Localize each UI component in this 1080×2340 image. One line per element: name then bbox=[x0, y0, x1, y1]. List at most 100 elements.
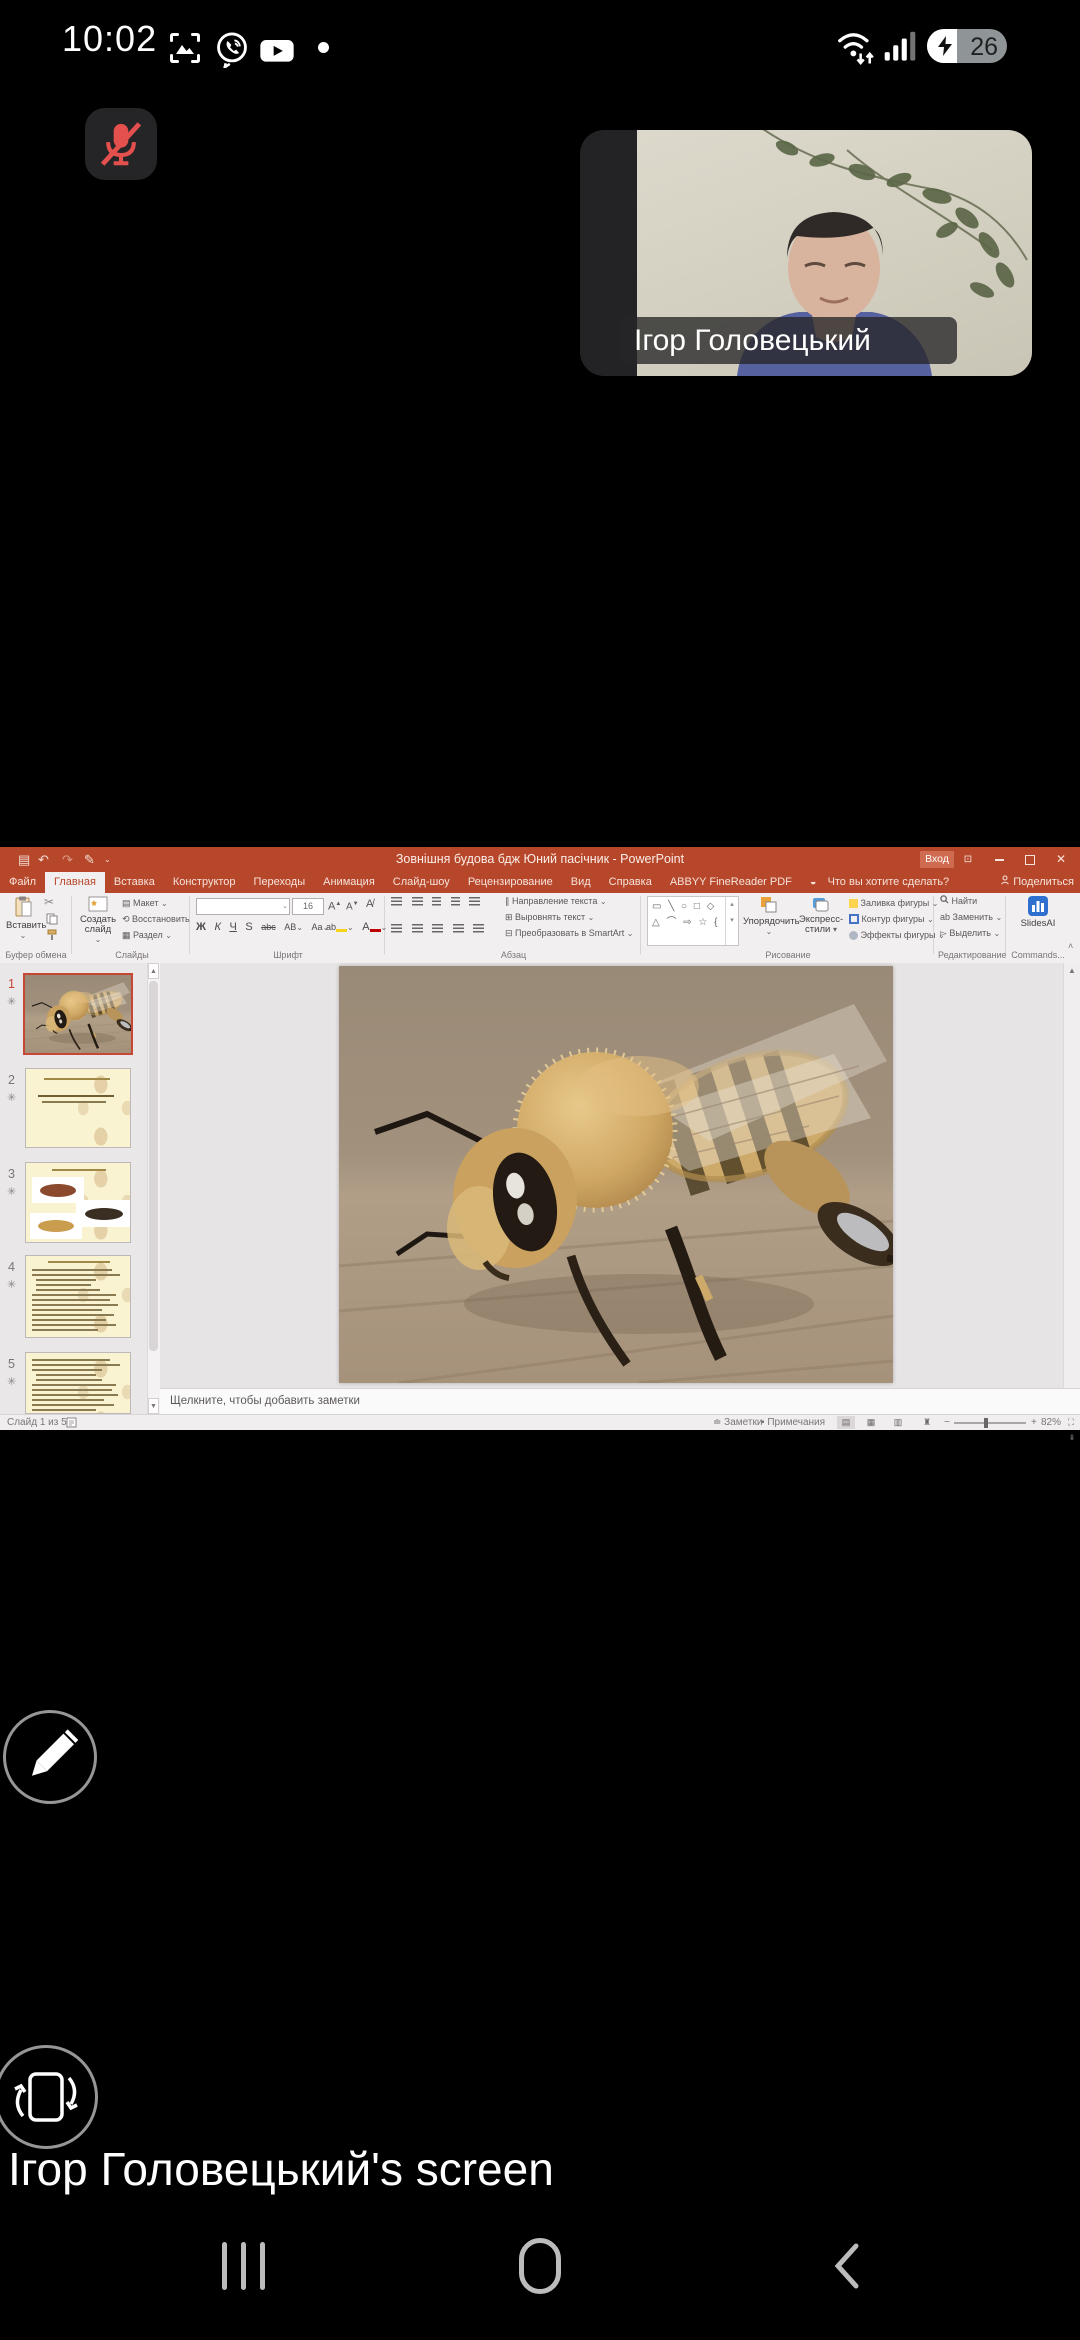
participant-video-tile[interactable]: Ігор Головецький bbox=[580, 130, 1032, 376]
tab-home[interactable]: Главная bbox=[45, 872, 105, 893]
tab-file[interactable]: Файл bbox=[0, 872, 45, 893]
zoom-slider[interactable] bbox=[954, 1422, 1026, 1424]
rotate-screen-button[interactable] bbox=[0, 2045, 98, 2149]
shapes-scroll[interactable]: ▴▾ bbox=[725, 897, 738, 945]
tab-insert[interactable]: Вставка bbox=[105, 872, 164, 893]
strikethrough-button[interactable]: abc bbox=[261, 920, 276, 935]
tab-view[interactable]: Вид bbox=[562, 872, 600, 893]
scroll-up-icon[interactable]: ▲ bbox=[1064, 963, 1080, 979]
collapse-ribbon-icon[interactable]: ˄ bbox=[1068, 941, 1073, 951]
tab-review[interactable]: Рецензирование bbox=[459, 872, 562, 893]
align-right-icon[interactable] bbox=[432, 924, 443, 933]
font-name-combo[interactable]: ⌄ bbox=[196, 898, 290, 915]
tab-abbyy[interactable]: ABBYY FineReader PDF bbox=[661, 872, 801, 893]
bullets-icon[interactable] bbox=[391, 897, 402, 906]
zoom-out-icon[interactable]: − bbox=[944, 1416, 950, 1429]
increase-indent-icon[interactable] bbox=[451, 897, 460, 906]
shape-outline-button[interactable]: Контур фигуры ⌄ bbox=[849, 912, 934, 927]
current-slide[interactable] bbox=[339, 966, 893, 1383]
tab-help[interactable]: Справка bbox=[600, 872, 661, 893]
lightbulb-icon: ◒ bbox=[801, 872, 819, 893]
slide-sorter-icon[interactable]: ▦ bbox=[862, 1416, 880, 1429]
columns-icon[interactable] bbox=[473, 924, 484, 933]
line-spacing-icon[interactable] bbox=[469, 897, 480, 906]
layout-button[interactable]: ▤ Макет ⌄ bbox=[122, 896, 168, 911]
back-nav-button[interactable] bbox=[826, 2240, 870, 2292]
align-center-icon[interactable] bbox=[412, 924, 423, 933]
slide-thumbnail-1[interactable] bbox=[23, 973, 133, 1055]
slide-thumbnail-2[interactable] bbox=[25, 1068, 131, 1148]
font-color-button[interactable]: А⌄ bbox=[362, 920, 387, 935]
shapes-gallery[interactable]: ▭ ╲ ○ □ ◇△ ⌒ ⇨ ☆ { ▴▾ bbox=[647, 896, 739, 946]
new-slide-button[interactable]: Создать слайд⌄ bbox=[78, 896, 118, 945]
highlight-color-button[interactable]: ab⌄ bbox=[326, 920, 354, 935]
numbering-icon[interactable] bbox=[412, 897, 423, 906]
character-spacing-button[interactable]: АВ⌄ bbox=[284, 920, 303, 935]
recents-nav-button[interactable] bbox=[222, 2242, 265, 2295]
comments-toggle[interactable]: ▪ Примечания bbox=[761, 1416, 825, 1429]
find-button[interactable]: Найти bbox=[940, 894, 977, 909]
slide-scrollbar[interactable]: ▲ ▼ ⇞ ⇟ bbox=[1063, 963, 1080, 1414]
annotate-button[interactable] bbox=[3, 1710, 97, 1804]
microphone-muted-button[interactable] bbox=[85, 108, 157, 180]
next-slide-icon[interactable]: ⇟ bbox=[1064, 1430, 1080, 1446]
text-shadow-button[interactable]: S bbox=[245, 920, 252, 935]
clear-formatting-icon[interactable]: А̸ bbox=[366, 897, 373, 912]
tell-me-search[interactable]: Что вы хотите сделать? bbox=[819, 872, 959, 893]
format-painter-icon[interactable] bbox=[46, 929, 58, 941]
notes-pane[interactable]: Щелкните, чтобы добавить заметки bbox=[160, 1388, 1080, 1415]
tab-slideshow[interactable]: Слайд-шоу bbox=[384, 872, 459, 893]
scrollbar-thumb[interactable] bbox=[149, 981, 158, 1351]
slideshow-icon[interactable]: ♜ bbox=[918, 1416, 936, 1429]
text-direction-button[interactable]: ∥ Направление текста ⌄ bbox=[505, 894, 607, 909]
notes-page-icon[interactable] bbox=[66, 1417, 77, 1428]
cut-icon[interactable]: ✂ bbox=[44, 895, 54, 910]
zoom-slider-thumb[interactable] bbox=[984, 1418, 988, 1428]
copy-icon[interactable] bbox=[46, 913, 58, 925]
close-button[interactable]: ✕ bbox=[1050, 847, 1072, 872]
quick-styles-button[interactable]: Экспресс- стили ▾ bbox=[797, 896, 845, 935]
scroll-down-icon[interactable]: ▼ bbox=[148, 1398, 159, 1414]
font-size-combo[interactable]: 16 bbox=[292, 898, 324, 915]
home-nav-button[interactable] bbox=[519, 2238, 561, 2294]
grow-font-icon[interactable]: А▲ bbox=[328, 897, 341, 915]
reset-button[interactable]: ⟲ Восстановить bbox=[122, 912, 190, 927]
reading-view-icon[interactable]: ▥ bbox=[889, 1416, 907, 1429]
select-button[interactable]: ▻ Выделить ⌄ bbox=[940, 926, 1000, 941]
shape-effects-button[interactable]: Эффекты фигуры ⌄ bbox=[849, 928, 945, 943]
share-button[interactable]: Поделиться bbox=[1000, 872, 1074, 893]
slide-thumbnail-5[interactable] bbox=[25, 1352, 131, 1414]
group-clipboard: Вставить⌄ ✂ Буфер обмена bbox=[2, 893, 70, 963]
italic-button[interactable]: К bbox=[214, 920, 220, 935]
align-left-icon[interactable] bbox=[391, 924, 402, 933]
tab-transitions[interactable]: Переходы bbox=[245, 872, 315, 893]
smartart-button[interactable]: ⊟ Преобразовать в SmartArt ⌄ bbox=[505, 926, 633, 941]
justify-icon[interactable] bbox=[453, 924, 464, 933]
slidesai-button[interactable]: SlidesAI bbox=[1016, 896, 1060, 929]
minimize-button[interactable] bbox=[988, 847, 1010, 872]
bold-button[interactable]: Ж bbox=[196, 920, 206, 935]
shrink-font-icon[interactable]: А▼ bbox=[346, 897, 359, 914]
thumbnail-scrollbar[interactable]: ▲ ▼ bbox=[147, 963, 160, 1414]
scroll-up-icon[interactable]: ▲ bbox=[148, 963, 159, 979]
decrease-indent-icon[interactable] bbox=[432, 897, 441, 906]
notes-toggle[interactable]: ≐ Заметки bbox=[713, 1416, 762, 1429]
zoom-in-icon[interactable]: + bbox=[1031, 1416, 1037, 1429]
arrange-button[interactable]: Упорядочить⌄ bbox=[743, 896, 795, 937]
sign-in-button[interactable]: Вход bbox=[920, 851, 954, 868]
ribbon-options-icon[interactable]: ⊡ bbox=[957, 847, 979, 872]
slide-thumbnail-4[interactable] bbox=[25, 1255, 131, 1338]
normal-view-icon[interactable]: ▤ bbox=[837, 1416, 855, 1429]
shape-fill-button[interactable]: Заливка фигуры ⌄ bbox=[849, 896, 938, 911]
section-button[interactable]: ▦ Раздел ⌄ bbox=[122, 928, 172, 943]
tab-design[interactable]: Конструктор bbox=[164, 872, 245, 893]
slide-thumbnail-3[interactable] bbox=[25, 1162, 131, 1243]
tab-animations[interactable]: Анимация bbox=[314, 872, 384, 893]
underline-button[interactable]: Ч bbox=[229, 920, 236, 935]
ppt-ribbon: Вставить⌄ ✂ Буфер обмена Соз bbox=[0, 893, 1080, 964]
align-text-button[interactable]: ⊞ Выровнять текст ⌄ bbox=[505, 910, 594, 925]
replace-button[interactable]: ab Заменить ⌄ bbox=[940, 910, 1002, 925]
fit-to-window-icon[interactable]: ⛶ bbox=[1062, 1416, 1080, 1429]
paste-button[interactable]: Вставить⌄ bbox=[6, 896, 40, 941]
restore-button[interactable] bbox=[1019, 847, 1041, 872]
